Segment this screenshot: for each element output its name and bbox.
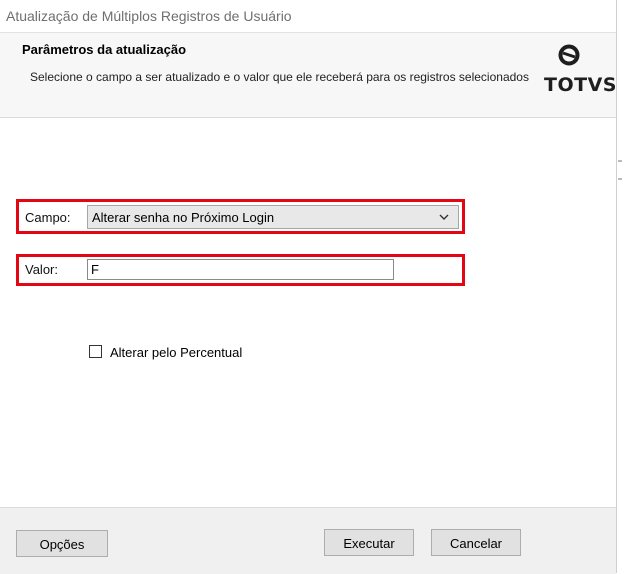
campo-select-value: Alterar senha no Próximo Login	[92, 210, 275, 225]
chevron-down-icon[interactable]	[438, 211, 450, 223]
percentual-checkbox-label[interactable]: Alterar pelo Percentual	[110, 345, 242, 360]
main-area	[0, 118, 616, 507]
opcoes-button[interactable]: Opções	[16, 530, 108, 557]
totvs-logo: TOTVS	[544, 44, 616, 102]
header-title: Parâmetros da atualização	[22, 42, 187, 57]
cancelar-button[interactable]: Cancelar	[431, 529, 521, 556]
header-description: Selecione o campo a ser atualizado e o v…	[30, 70, 529, 84]
dialog-footer: Opções Executar Cancelar	[0, 507, 616, 574]
logo-text: TOTVS	[544, 74, 617, 96]
edge-tick	[618, 160, 622, 162]
valor-input-value: F	[91, 262, 99, 277]
title-bar: Atualização de Múltiplos Registros de Us…	[0, 0, 616, 33]
window-title: Atualização de Múltiplos Registros de Us…	[6, 8, 292, 24]
edge-tick	[618, 178, 622, 180]
percentual-checkbox[interactable]	[89, 345, 102, 358]
campo-select[interactable]: Alterar senha no Próximo Login	[87, 205, 459, 229]
totvs-logo-icon	[558, 44, 580, 66]
dialog-header: Parâmetros da atualização Selecione o ca…	[0, 33, 616, 118]
valor-label: Valor:	[25, 262, 58, 277]
campo-label: Campo:	[25, 210, 71, 225]
executar-button[interactable]: Executar	[324, 529, 414, 556]
valor-input[interactable]: F	[87, 259, 394, 280]
